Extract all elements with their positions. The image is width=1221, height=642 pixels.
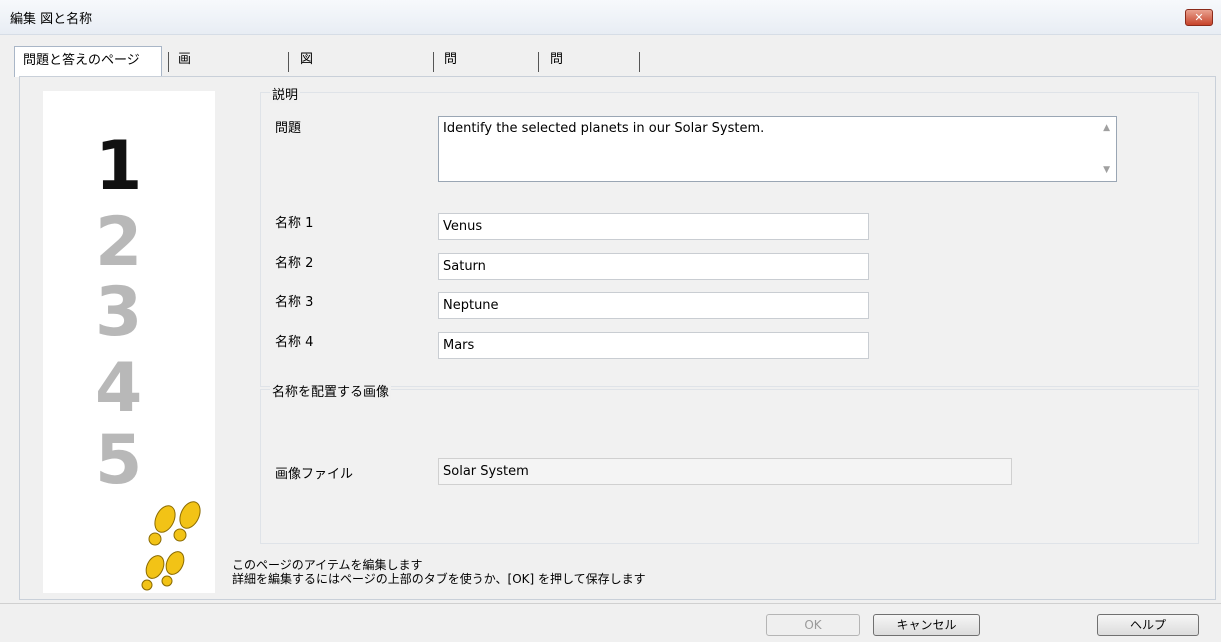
step-sidebar: 1 2 3 4 5 <box>43 91 215 593</box>
close-icon: ✕ <box>1194 11 1204 24</box>
image-file-field: Solar System <box>438 458 1012 485</box>
name-1-input[interactable]: Venus <box>438 213 869 240</box>
hint-text: このページのアイテムを編集します 詳細を編集するにはページの上部のタブを使うか、… <box>232 558 646 586</box>
name-3-input[interactable]: Neptune <box>438 292 869 319</box>
ok-button[interactable]: OK <box>766 614 860 636</box>
question-textarea[interactable]: Identify the selected planets in our Sol… <box>438 116 1117 182</box>
tab-separator <box>639 52 640 72</box>
name-1-label: 名称 1 <box>275 216 314 231</box>
tab-adjust-image[interactable]: 画像を調整する <box>170 46 199 235</box>
name-4-label: 名称 4 <box>275 335 314 350</box>
name-3-label: 名称 3 <box>275 295 314 310</box>
tab-separator <box>538 52 539 72</box>
step-number-2: 2 <box>95 203 143 282</box>
step-number-4: 4 <box>95 349 143 428</box>
tab-separator <box>433 52 434 72</box>
hint-line-1: このページのアイテムを編集します <box>232 558 423 572</box>
tab-place-names[interactable]: 図に名称を配置する <box>292 46 321 291</box>
step-number-3: 3 <box>95 273 143 352</box>
question-label: 問題 <box>275 121 302 136</box>
tab-separator <box>168 52 169 72</box>
tab-separator <box>288 52 289 72</box>
name-4-input[interactable]: Mars <box>438 332 869 359</box>
name-2-input[interactable]: Saturn <box>438 253 869 280</box>
question-text: Identify the selected planets in our Sol… <box>443 121 765 136</box>
step-number-1: 1 <box>95 127 143 206</box>
help-button[interactable]: ヘルプ <box>1097 614 1199 636</box>
tab-materials[interactable]: 問題の素材 <box>436 46 465 179</box>
footprints-icon <box>141 501 201 591</box>
close-button[interactable]: ✕ <box>1185 9 1213 26</box>
window-title: 編集 図と名称 <box>10 12 93 27</box>
image-group-label: 名称を配置する画像 <box>270 381 392 400</box>
title-bar: 編集 図と名称 ✕ <box>0 0 1221 35</box>
description-group-label: 説明 <box>270 84 301 103</box>
image-file-label: 画像ファイル <box>275 467 354 482</box>
name-2-label: 名称 2 <box>275 256 314 271</box>
button-bar-divider <box>0 603 1221 604</box>
cancel-button[interactable]: キャンセル <box>873 614 980 636</box>
scroll-up-icon[interactable]: ▲ <box>1103 123 1110 133</box>
tab-question-answer-page[interactable]: 問題と答えのページ <box>14 46 162 77</box>
hint-line-2: 詳細を編集するにはページの上部のタブを使うか、[OK] を押して保存します <box>232 572 646 586</box>
step-number-5: 5 <box>95 421 143 500</box>
tab-details[interactable]: 問題の詳細 <box>542 46 571 179</box>
scroll-down-icon[interactable]: ▼ <box>1103 165 1110 175</box>
